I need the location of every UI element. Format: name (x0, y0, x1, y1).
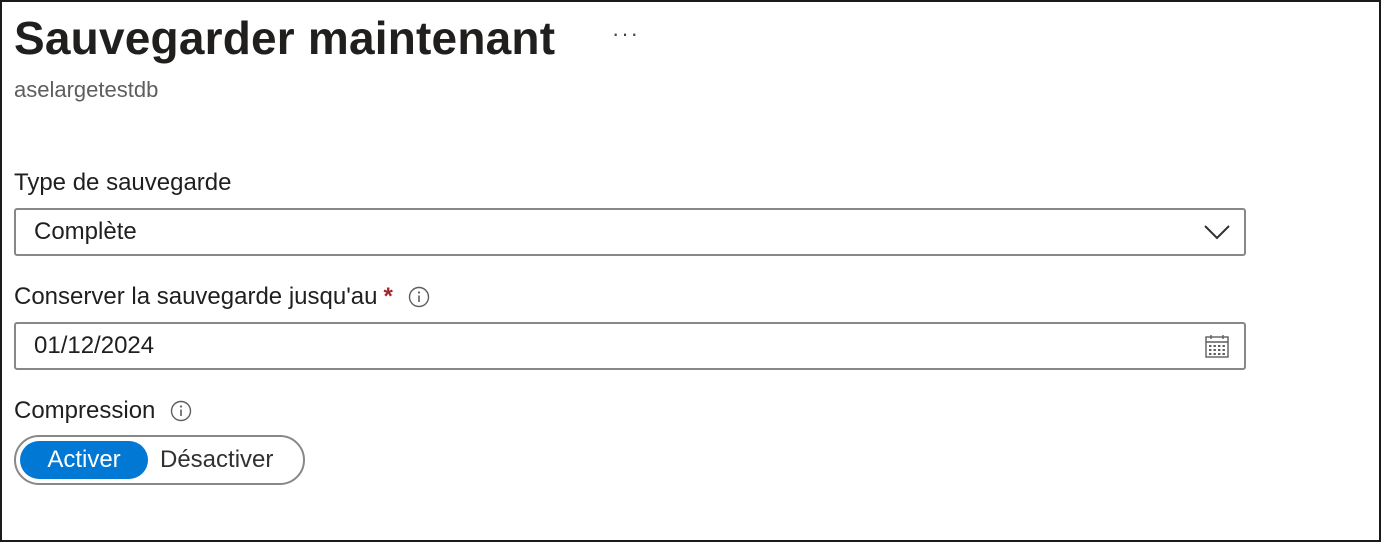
backup-type-value: Complète (34, 218, 137, 245)
compression-label: Compression (14, 396, 193, 426)
retain-until-value: 01/12/2024 (34, 332, 155, 359)
backup-type-label-text: Type de sauvegarde (14, 169, 232, 196)
page-subtitle: aselargetestdb (14, 77, 159, 102)
chevron-down-icon (1200, 215, 1234, 249)
compression-enable-option[interactable]: Activer (20, 441, 148, 479)
more-options-button[interactable]: ··· (612, 22, 640, 46)
backup-type-dropdown[interactable]: Complète (14, 208, 1246, 256)
retain-until-date-field[interactable]: 01/12/2024 (14, 322, 1246, 370)
retain-until-label: Conserver la sauvegarde jusqu'au * (14, 282, 431, 312)
compression-disable-option[interactable]: Désactiver (148, 441, 285, 479)
backup-type-label: Type de sauvegarde (14, 168, 232, 198)
compression-label-text: Compression (14, 397, 156, 424)
calendar-icon[interactable] (1200, 329, 1234, 363)
retain-until-label-text: Conserver la sauvegarde jusqu'au (14, 283, 378, 310)
backup-now-panel: Sauvegarder maintenant ··· aselargetestd… (0, 0, 1381, 542)
info-icon[interactable] (407, 285, 431, 309)
page-title: Sauvegarder maintenant (14, 12, 556, 64)
compression-toggle: Activer Désactiver (14, 435, 305, 485)
info-icon[interactable] (169, 399, 193, 423)
required-marker: * (383, 283, 393, 310)
